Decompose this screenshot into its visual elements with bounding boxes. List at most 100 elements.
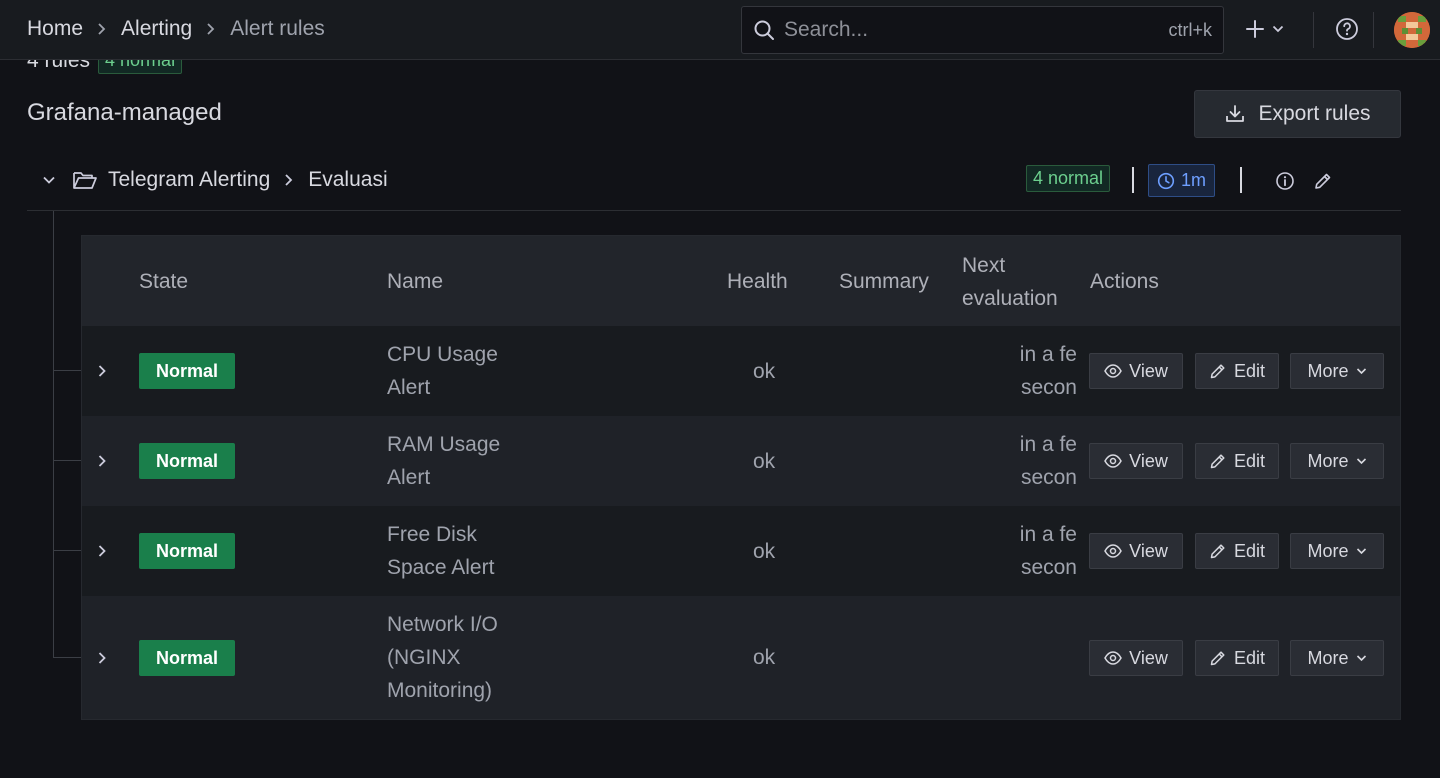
next-evaluation-line: in a fe (1019, 433, 1077, 456)
state-badge: Normal (139, 443, 235, 479)
rule-name-line: Free Disk (387, 523, 477, 546)
next-evaluation-line: in a fe (1019, 523, 1077, 546)
breadcrumb-alerting[interactable]: Alerting (121, 17, 192, 41)
new-menu-button[interactable] (1244, 18, 1284, 40)
rule-name-line: Network I/O (387, 613, 498, 636)
section-title: Grafana-managed (27, 99, 222, 126)
chevron-down-icon[interactable] (41, 172, 57, 188)
edit-label: Edit (1233, 360, 1266, 381)
edit-group-icon[interactable] (1313, 171, 1333, 191)
more-label: More (1307, 360, 1349, 381)
table-row: Normal RAM Usage Alert ok in a fe secon … (82, 416, 1400, 506)
tree-branch (53, 550, 81, 551)
evaluation-interval-badge: 1m (1148, 164, 1216, 197)
chevron-down-icon (1356, 457, 1367, 465)
table-header: State Name Health Summary Next evaluatio… (82, 236, 1400, 326)
next-evaluation-line: secon (1020, 556, 1077, 579)
eye-icon (1104, 364, 1122, 378)
group-normal-tag: 4 normal (1026, 165, 1111, 192)
chevron-right-icon[interactable] (95, 650, 109, 666)
chevron-right-icon[interactable] (95, 453, 109, 469)
more-label: More (1307, 450, 1349, 471)
more-button[interactable]: More (1290, 353, 1384, 389)
user-avatar[interactable] (1394, 12, 1430, 48)
edit-label: Edit (1233, 450, 1266, 471)
edit-label: Edit (1233, 540, 1266, 561)
topbar-divider (1313, 12, 1314, 48)
header-summary: Summary (839, 270, 929, 293)
rule-name-line: Monitoring) (387, 679, 493, 702)
rule-name-line: CPU Usage (387, 343, 498, 366)
clock-icon (1157, 172, 1175, 190)
info-icon[interactable] (1275, 171, 1295, 191)
divider (1132, 167, 1134, 193)
view-label: View (1129, 647, 1168, 668)
breadcrumb: Home Alerting Alert rules (27, 17, 325, 41)
rule-group-header: Telegram Alerting Evaluasi 4 normal 1m (27, 155, 1401, 211)
group-path: Telegram Alerting Evaluasi (108, 168, 388, 192)
table-row: Normal Free Disk Space Alert ok in a fe … (82, 506, 1400, 596)
header-health: Health (727, 270, 788, 293)
search-input[interactable]: Search... ctrl+k (741, 6, 1224, 54)
health-value: ok (753, 646, 776, 669)
export-rules-button[interactable]: Export rules (1194, 90, 1401, 138)
edit-button[interactable]: Edit (1195, 533, 1279, 569)
interval-value: 1m (1181, 170, 1207, 190)
more-button[interactable]: More (1290, 443, 1384, 479)
search-shortcut: ctrl+k (1168, 19, 1212, 40)
view-label: View (1129, 360, 1168, 381)
tree-branch (53, 370, 81, 371)
state-badge: Normal (139, 640, 235, 676)
rule-name-line: RAM Usage (387, 433, 501, 456)
plus-icon (1244, 18, 1266, 40)
edit-button[interactable]: Edit (1195, 640, 1279, 676)
health-value: ok (753, 540, 776, 563)
eye-icon (1104, 544, 1122, 558)
view-label: View (1129, 450, 1168, 471)
chevron-right-icon (206, 22, 216, 36)
health-value: ok (753, 360, 776, 383)
search-placeholder: Search... (784, 18, 869, 41)
tree-branch (53, 657, 81, 658)
table-row: Normal CPU Usage Alert ok in a fe secon … (82, 326, 1400, 416)
more-button[interactable]: More (1290, 640, 1384, 676)
pencil-icon (1209, 542, 1227, 560)
edit-button[interactable]: Edit (1195, 443, 1279, 479)
folder-name[interactable]: Telegram Alerting (108, 168, 270, 192)
edit-button[interactable]: Edit (1195, 353, 1279, 389)
table-row: Normal Network I/O (NGINX Monitoring) ok… (82, 596, 1400, 719)
chevron-right-icon[interactable] (95, 543, 109, 559)
eye-icon (1104, 651, 1122, 665)
header-next-evaluation-line2: evaluation (962, 287, 1058, 310)
view-button[interactable]: View (1089, 353, 1183, 389)
rules-table: State Name Health Summary Next evaluatio… (81, 235, 1401, 720)
more-button[interactable]: More (1290, 533, 1384, 569)
health-value: ok (753, 450, 776, 473)
top-bar: Home Alerting Alert rules Search... ctrl… (0, 0, 1440, 60)
search-icon (753, 19, 775, 41)
view-button[interactable]: View (1089, 533, 1183, 569)
header-state: State (139, 270, 189, 293)
chevron-right-icon[interactable] (95, 363, 109, 379)
chevron-down-icon (1356, 367, 1367, 375)
chevron-right-icon (97, 22, 107, 36)
rule-name-line: Space Alert (387, 556, 495, 579)
next-evaluation-line: in a fe (1019, 343, 1077, 366)
header-actions: Actions (1090, 270, 1159, 293)
export-rules-label: Export rules (1258, 102, 1371, 125)
divider (1240, 167, 1242, 193)
chevron-down-icon (1272, 25, 1284, 33)
view-button[interactable]: View (1089, 443, 1183, 479)
group-name: Evaluasi (308, 168, 388, 191)
header-name: Name (387, 270, 444, 293)
state-badge: Normal (139, 353, 235, 389)
eye-icon (1104, 454, 1122, 468)
breadcrumb-home[interactable]: Home (27, 17, 83, 41)
tree-branch (53, 460, 81, 461)
pencil-icon (1209, 362, 1227, 380)
help-icon[interactable] (1335, 17, 1359, 41)
next-evaluation-line: secon (1020, 466, 1077, 489)
pencil-icon (1209, 452, 1227, 470)
more-label: More (1307, 540, 1349, 561)
view-button[interactable]: View (1089, 640, 1183, 676)
